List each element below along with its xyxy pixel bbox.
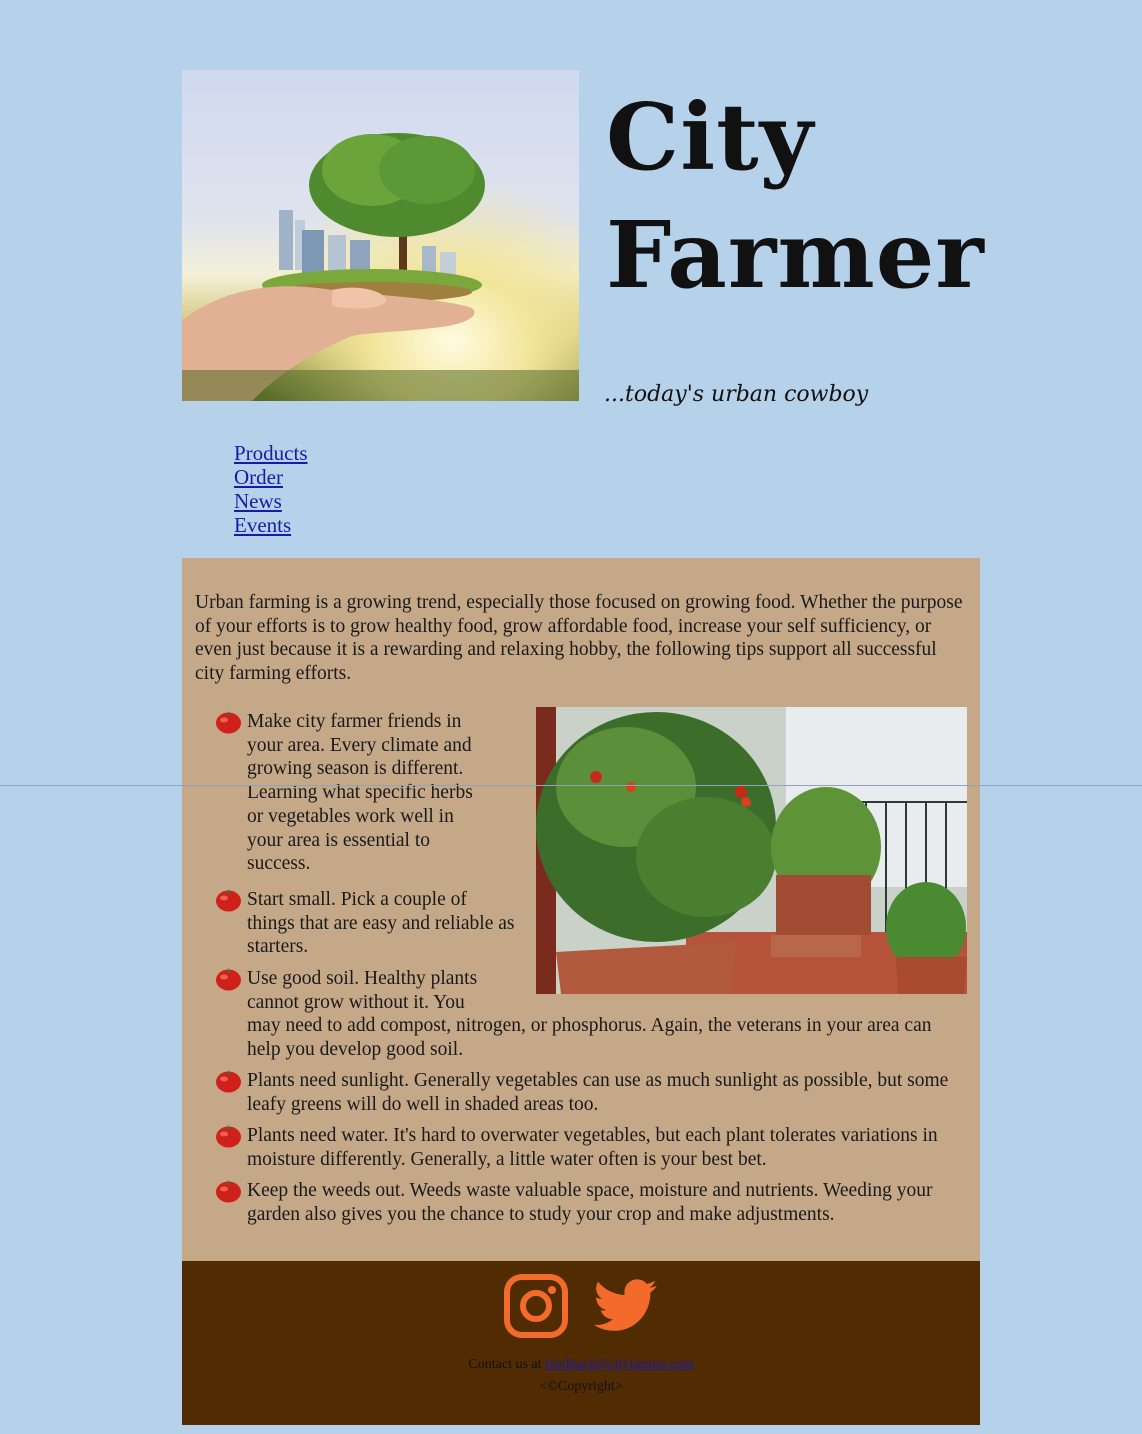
tip-text: Plants need water. It's hard to overwate… [247,1125,938,1170]
nav-link-products[interactable]: Products [234,441,308,465]
main-content: Urban farming is a growing trend, especi… [182,558,980,1261]
nav-link-events[interactable]: Events [234,513,308,537]
footer: Contact us at feedback@cityfarmer.com <©… [182,1261,980,1425]
tomato-bullet-icon [216,968,241,991]
copyright: <©Copyright> [539,1379,623,1394]
intro-paragraph: Urban farming is a growing trend, especi… [195,592,963,685]
site-title: City Farmer [606,78,985,314]
instagram-link[interactable] [503,1273,569,1339]
twitter-icon [594,1279,657,1331]
nav-link-order[interactable]: Order [234,465,308,489]
divider-line [0,785,1142,786]
tomato-bullet-icon [216,1180,241,1203]
contact-prefix: Contact us at [468,1357,546,1372]
tagline: ...today's urban cowboy [604,382,869,407]
contact-email-link[interactable]: feedback@cityfarmer.com [545,1357,694,1372]
tip-text: Start small. Pick a couple of things tha… [247,889,515,958]
site-title-line1: City [606,83,815,191]
tip-text: Plants need sunlight. Generally vegetabl… [247,1070,949,1115]
site-title-line2: Farmer [606,201,985,309]
tomato-bullet-icon [216,711,241,734]
hero-image [182,70,579,401]
nav-link-news[interactable]: News [234,489,308,513]
twitter-link[interactable] [594,1279,658,1333]
tip-text: Keep the weeds out. Weeds waste valuable… [247,1180,933,1225]
main-nav: Products Order News Events [234,441,308,537]
tip-text: Make city farmer friends in your area. E… [247,711,473,875]
tomato-bullet-icon [216,1125,241,1148]
contact-line: Contact us at feedback@cityfarmer.com [182,1357,980,1373]
tomato-bullet-icon [216,1070,241,1093]
tomato-bullet-icon [216,889,241,912]
instagram-icon [504,1274,568,1338]
tip-text: Use good soil. Healthy plants cannot gro… [247,967,967,1062]
garden-photo [536,707,967,994]
